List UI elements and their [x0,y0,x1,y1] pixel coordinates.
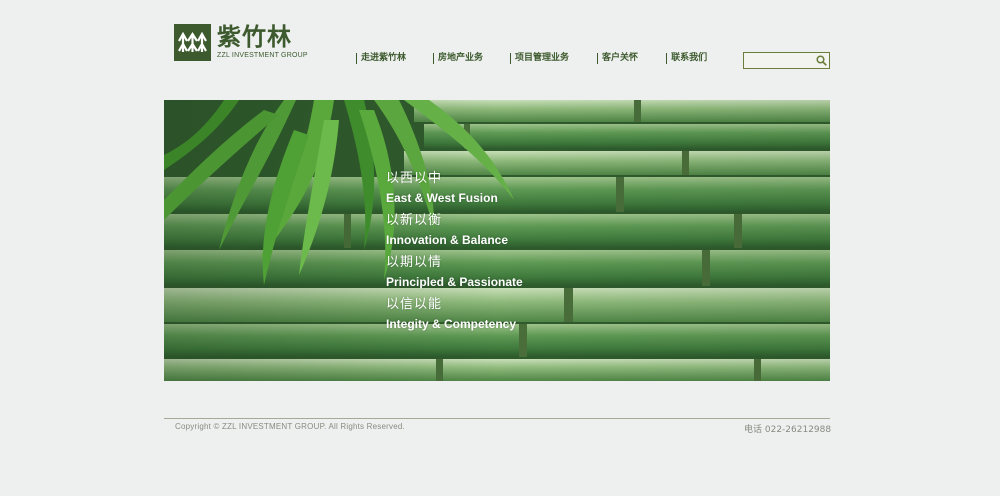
nav-item-contact[interactable]: 联系我们 [666,53,707,64]
motto-cn-1: 以西以中 [386,171,443,186]
hero-banner-bamboo: 以西以中 East & West Fusion 以新以衡 Innovation … [164,100,830,381]
nav-item-about[interactable]: 走进紫竹林 [356,53,406,64]
phone-number: 电话 022-26212988 [744,425,832,435]
site-logo[interactable]: 紫竹林 ZZL INVESTMENT GROUP [174,24,308,64]
search-box [743,52,830,69]
logo-name-en: ZZL INVESTMENT GROUP [217,52,308,59]
main-nav: 走进紫竹林 房地产业务 项目管理业务 客户关怀 联系我们 [356,53,707,64]
motto-list: 以西以中 East & West Fusion 以新以衡 Innovation … [386,170,523,338]
motto-cn-2: 以新以衡 [386,213,443,228]
motto-cn-4: 以信以能 [386,297,443,312]
logo-name-cn: 紫竹林 [217,22,292,51]
nav-item-real-estate[interactable]: 房地产业务 [433,53,483,64]
nav-item-project-management[interactable]: 项目管理业务 [510,53,569,64]
copyright-text: Copyright © ZZL INVESTMENT GROUP. All Ri… [175,422,405,431]
nav-item-customer-care[interactable]: 客户关怀 [597,53,638,64]
motto-en-4: Integity & Competency [386,317,517,331]
bamboo-grid-icon [174,24,211,61]
search-input[interactable] [744,54,814,67]
footer-divider [164,418,830,419]
motto-en-2: Innovation & Balance [386,233,509,247]
motto-cn-3: 以期以情 [386,255,443,270]
motto-en-1: East & West Fusion [386,191,498,205]
motto-en-3: Principled & Passionate [386,275,523,289]
search-icon[interactable] [814,54,828,68]
